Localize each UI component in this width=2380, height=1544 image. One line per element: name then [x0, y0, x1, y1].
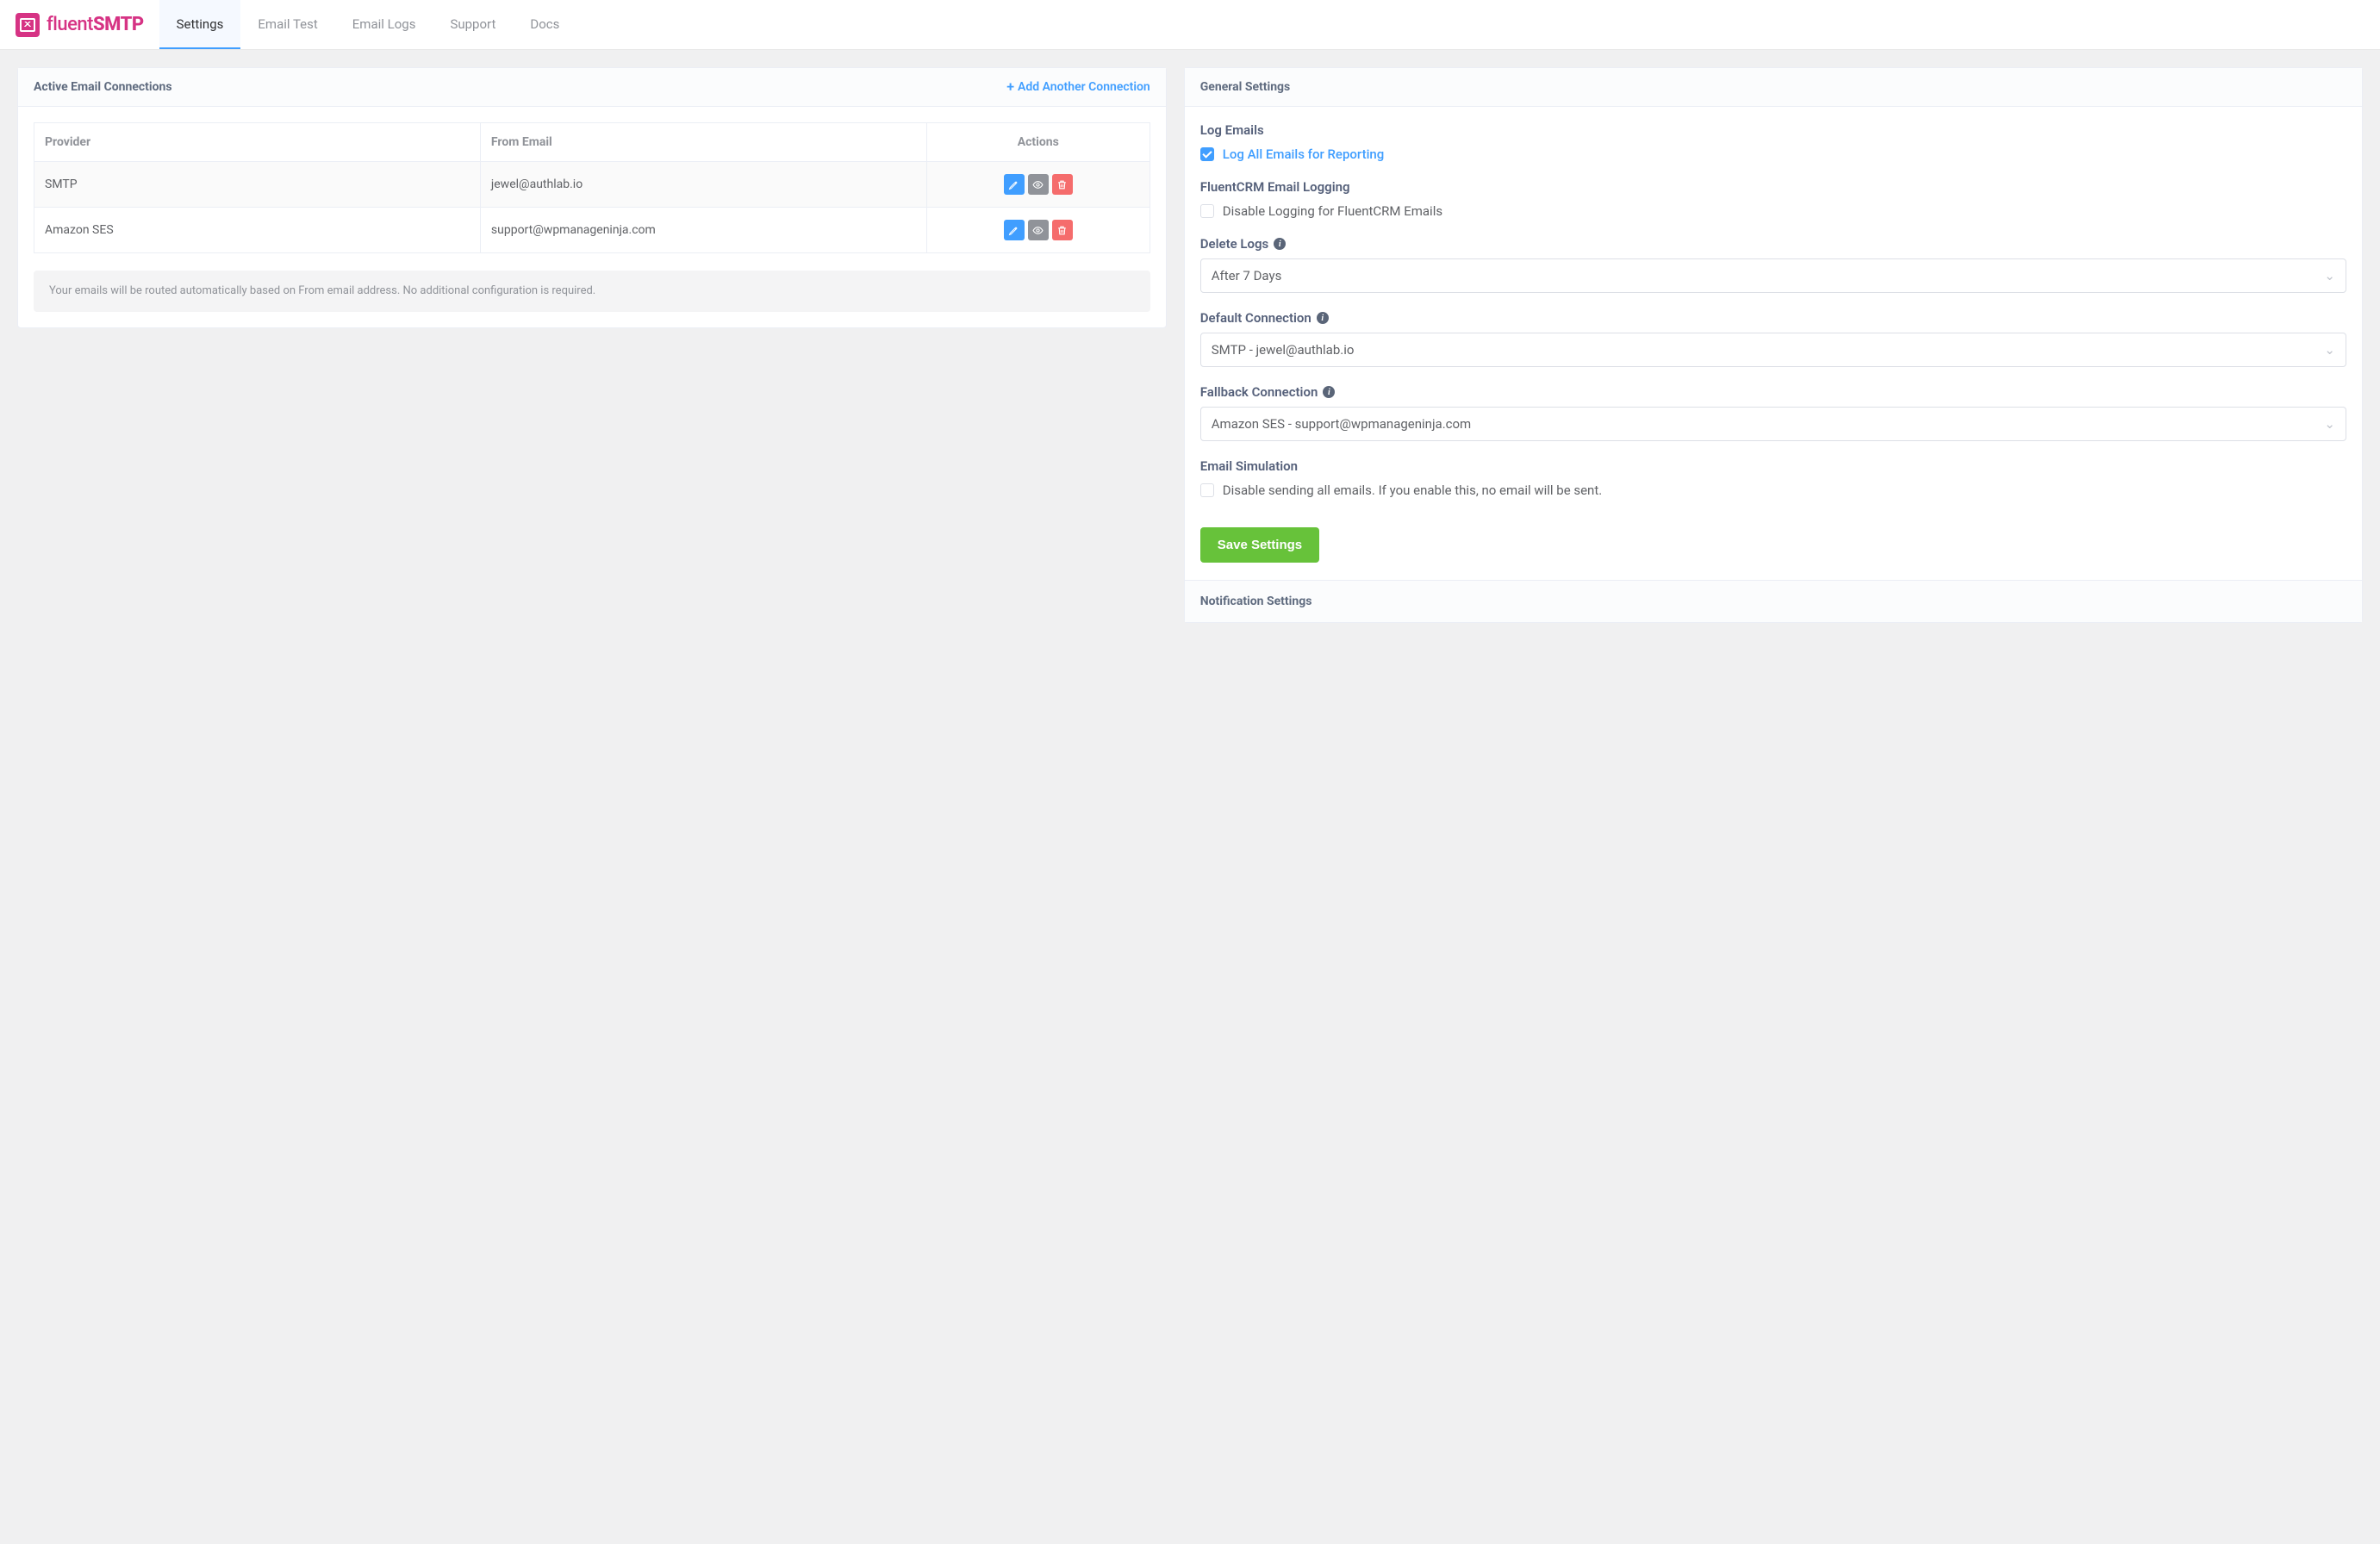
connections-panel: Active Email Connections + Add Another C…	[17, 67, 1167, 328]
chevron-down-icon: ⌄	[2324, 416, 2335, 432]
fallback-connection-value: Amazon SES - support@wpmanageninja.com	[1212, 416, 1471, 432]
cell-actions	[926, 162, 1150, 208]
fallback-connection-label-row: Fallback Connection i	[1200, 384, 2346, 400]
header-provider: Provider	[34, 123, 481, 162]
simulation-label: Email Simulation	[1200, 458, 2346, 474]
table-row: SMTP jewel@authlab.io	[34, 162, 1150, 208]
default-connection-label-row: Default Connection i	[1200, 310, 2346, 326]
connections-table: Provider From Email Actions SMTP jewel@a…	[34, 122, 1150, 253]
default-connection-label: Default Connection	[1200, 310, 1311, 326]
log-emails-checkbox[interactable]	[1200, 147, 1214, 161]
table-row: Amazon SES support@wpmanageninja.com	[34, 208, 1150, 253]
info-icon[interactable]: i	[1323, 386, 1335, 398]
info-icon[interactable]: i	[1274, 238, 1286, 250]
simulation-check-label: Disable sending all emails. If you enabl…	[1223, 482, 1602, 498]
tab-email-test[interactable]: Email Test	[240, 0, 334, 49]
logo-text: fluentSMTP	[47, 14, 144, 35]
delete-button[interactable]	[1052, 220, 1073, 240]
cell-provider: Amazon SES	[34, 208, 481, 253]
general-settings-panel: General Settings Log Emails Log All Emai…	[1184, 67, 2363, 623]
pencil-icon	[1008, 225, 1019, 236]
delete-logs-label-row: Delete Logs i	[1200, 236, 2346, 252]
crm-logging-checkbox-row: Disable Logging for FluentCRM Emails	[1200, 203, 2346, 219]
nav-tabs: Settings Email Test Email Logs Support D…	[159, 0, 577, 49]
edit-button[interactable]	[1004, 220, 1025, 240]
header-email: From Email	[480, 123, 926, 162]
crm-logging-label: FluentCRM Email Logging	[1200, 179, 2346, 195]
pencil-icon	[1008, 179, 1019, 190]
general-settings-title: General Settings	[1200, 80, 1291, 94]
delete-button[interactable]	[1052, 174, 1073, 195]
default-connection-select[interactable]: SMTP - jewel@authlab.io ⌄	[1200, 333, 2346, 367]
notification-settings-header[interactable]: Notification Settings	[1185, 580, 2362, 622]
crm-logging-checkbox[interactable]	[1200, 204, 1214, 218]
eye-icon	[1032, 179, 1044, 190]
save-button[interactable]: Save Settings	[1200, 527, 1319, 563]
page: Active Email Connections + Add Another C…	[0, 50, 2380, 640]
fallback-connection-select[interactable]: Amazon SES - support@wpmanageninja.com ⌄	[1200, 407, 2346, 441]
cell-email: jewel@authlab.io	[480, 162, 926, 208]
log-emails-check-label[interactable]: Log All Emails for Reporting	[1223, 146, 1384, 162]
general-settings-header: General Settings	[1185, 68, 2362, 107]
eye-icon	[1032, 225, 1044, 236]
routing-note: Your emails will be routed automatically…	[34, 271, 1150, 312]
cell-email: support@wpmanageninja.com	[480, 208, 926, 253]
delete-logs-label: Delete Logs	[1200, 236, 1269, 252]
tab-support[interactable]: Support	[433, 0, 513, 49]
connections-body: Provider From Email Actions SMTP jewel@a…	[18, 107, 1166, 327]
view-button[interactable]	[1028, 220, 1049, 240]
trash-icon	[1056, 225, 1068, 236]
chevron-down-icon: ⌄	[2324, 268, 2335, 283]
trash-icon	[1056, 179, 1068, 190]
connections-title: Active Email Connections	[34, 80, 172, 94]
tab-email-logs[interactable]: Email Logs	[335, 0, 433, 49]
table-header-row: Provider From Email Actions	[34, 123, 1150, 162]
default-connection-value: SMTP - jewel@authlab.io	[1212, 342, 1355, 358]
info-icon[interactable]: i	[1317, 312, 1329, 324]
add-connection-button[interactable]: + Add Another Connection	[1006, 80, 1150, 94]
cell-actions	[926, 208, 1150, 253]
mail-icon	[16, 13, 40, 37]
plus-icon: +	[1006, 80, 1014, 94]
delete-logs-select[interactable]: After 7 Days ⌄	[1200, 258, 2346, 293]
log-emails-label: Log Emails	[1200, 122, 2346, 138]
tab-docs[interactable]: Docs	[513, 0, 576, 49]
connections-header: Active Email Connections + Add Another C…	[18, 68, 1166, 107]
tab-settings[interactable]: Settings	[159, 0, 241, 49]
simulation-checkbox[interactable]	[1200, 483, 1214, 497]
log-emails-checkbox-row: Log All Emails for Reporting	[1200, 146, 2346, 162]
cell-provider: SMTP	[34, 162, 481, 208]
fallback-connection-label: Fallback Connection	[1200, 384, 1318, 400]
logo: fluentSMTP	[0, 0, 159, 49]
simulation-checkbox-row: Disable sending all emails. If you enabl…	[1200, 482, 2346, 498]
delete-logs-value: After 7 Days	[1212, 268, 1282, 283]
crm-logging-check-label: Disable Logging for FluentCRM Emails	[1223, 203, 1442, 219]
top-bar: fluentSMTP Settings Email Test Email Log…	[0, 0, 2380, 50]
view-button[interactable]	[1028, 174, 1049, 195]
log-emails-section: Log Emails Log All Emails for Reporting …	[1185, 107, 2362, 519]
add-connection-label: Add Another Connection	[1018, 80, 1150, 94]
chevron-down-icon: ⌄	[2324, 342, 2335, 358]
header-actions: Actions	[926, 123, 1150, 162]
edit-button[interactable]	[1004, 174, 1025, 195]
